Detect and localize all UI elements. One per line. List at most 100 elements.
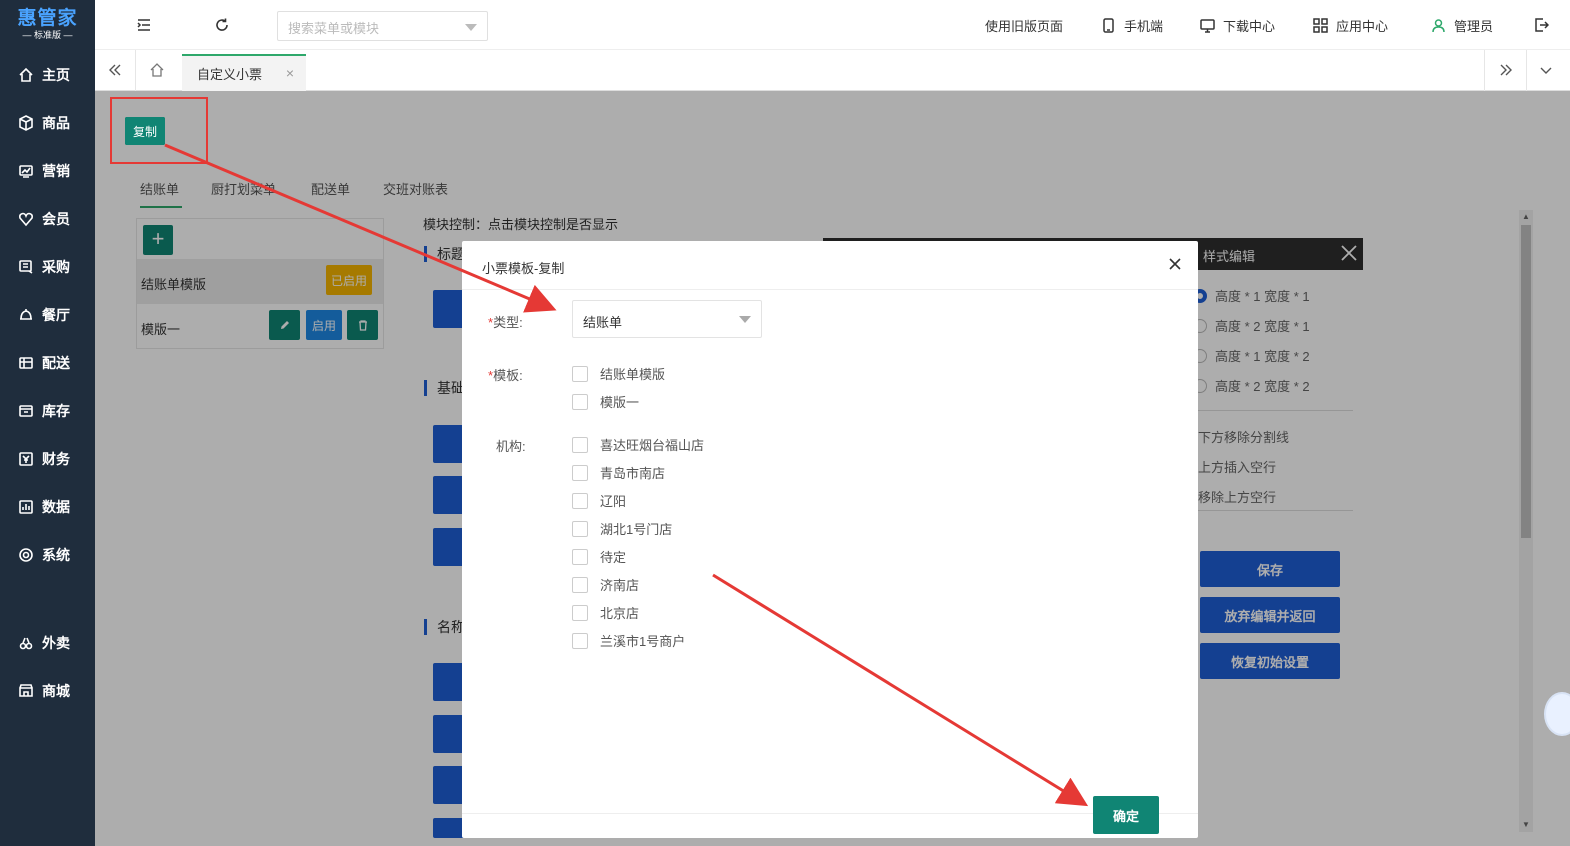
- checkbox[interactable]: [572, 548, 588, 565]
- sidebar-item-label: 商城: [42, 683, 70, 699]
- type-label: *类型:: [488, 315, 523, 330]
- bell-icon: [20, 309, 32, 320]
- divider: [1526, 50, 1527, 91]
- checkbox[interactable]: [572, 604, 588, 621]
- download-center-link[interactable]: 下载中心: [1200, 16, 1275, 35]
- checkbox-label: 喜达旺烟台福山店: [600, 438, 705, 453]
- double-chevron-left-icon[interactable]: [107, 62, 123, 78]
- copy-template-dialog: 小票模板-复制 *类型: 结账单 *模板: 结账单模版 模版一 机构: 喜达旺烟…: [462, 241, 1198, 838]
- checkbox-label: 青岛市南店: [600, 466, 666, 481]
- menu-search-input[interactable]: 搜索菜单或模块: [277, 11, 488, 41]
- confirm-button[interactable]: 确定: [1093, 796, 1159, 834]
- copy-button-highlighted[interactable]: 复制: [125, 117, 165, 145]
- grid-icon: [1313, 18, 1328, 33]
- template-checkbox[interactable]: 结账单模版: [572, 364, 665, 383]
- user-menu[interactable]: 管理员: [1431, 16, 1493, 35]
- chevron-down-icon: [465, 24, 477, 31]
- bar-chart-icon: [19, 500, 33, 514]
- org-checkbox[interactable]: 青岛市南店: [572, 463, 665, 482]
- template-label: *模板:: [488, 368, 523, 383]
- sidebar-item-label: 财务: [42, 451, 70, 467]
- checkbox-label: 湖北1号门店: [600, 522, 673, 537]
- old-version-label: 使用旧版页面: [985, 19, 1064, 34]
- sidebar-item-label: 库存: [42, 403, 70, 419]
- close-icon[interactable]: ×: [286, 65, 294, 81]
- template-checkbox[interactable]: 模版一: [572, 392, 639, 411]
- sidebar-item-delivery[interactable]: 配送: [0, 339, 95, 387]
- org-checkbox[interactable]: 兰溪市1号商户: [572, 631, 685, 650]
- sidebar-item-members[interactable]: 会员: [0, 195, 95, 243]
- org-checkbox[interactable]: 待定: [572, 547, 626, 566]
- checkbox[interactable]: [572, 393, 588, 410]
- checkbox[interactable]: [572, 436, 588, 453]
- app-center-link[interactable]: 应用中心: [1313, 16, 1388, 35]
- close-icon[interactable]: [1168, 257, 1182, 271]
- checkbox-label: 结账单模版: [600, 367, 666, 382]
- phone-icon: [1103, 18, 1114, 33]
- sidebar-item-label: 采购: [42, 259, 70, 275]
- user-label: 管理员: [1454, 19, 1494, 34]
- sidebar-item-label: 配送: [42, 355, 70, 371]
- brand-edition: — 标准版 —: [22, 30, 73, 40]
- old-version-link[interactable]: 使用旧版页面: [985, 16, 1063, 35]
- sidebar-item-restaurant[interactable]: 餐厅: [0, 291, 95, 339]
- sidebar-item-takeout[interactable]: 外卖: [0, 619, 95, 667]
- org-checkbox[interactable]: 喜达旺烟台福山店: [572, 435, 704, 454]
- org-checkbox[interactable]: 北京店: [572, 603, 639, 622]
- page-tabs: 自定义小票 ×: [95, 50, 1570, 91]
- sidebar-item-data[interactable]: 数据: [0, 483, 95, 531]
- org-checkbox[interactable]: 辽阳: [572, 491, 626, 510]
- checkbox[interactable]: [572, 464, 588, 481]
- heart-icon: [19, 212, 33, 227]
- apps-label: 应用中心: [1336, 19, 1389, 34]
- type-select[interactable]: 结账单: [572, 300, 762, 338]
- sidebar-item-label: 主页: [42, 67, 70, 83]
- download-label: 下载中心: [1223, 19, 1276, 34]
- checkbox-label: 待定: [600, 550, 627, 565]
- checkbox-label: 济南店: [600, 578, 640, 593]
- sidebar-item-label: 数据: [42, 499, 70, 515]
- checkbox[interactable]: [572, 632, 588, 649]
- truck-icon: [19, 357, 33, 369]
- cube-icon: [19, 115, 33, 131]
- divider: [135, 50, 136, 91]
- sidebar-item-label: 餐厅: [42, 307, 70, 323]
- tab-label: 自定义小票: [197, 67, 263, 82]
- org-checkbox[interactable]: 济南店: [572, 575, 639, 594]
- sidebar-item-label: 会员: [42, 211, 70, 227]
- warehouse-icon: [19, 405, 33, 417]
- home-icon[interactable]: [149, 62, 165, 78]
- sidebar-item-inventory[interactable]: 库存: [0, 387, 95, 435]
- divider: [1484, 50, 1485, 91]
- logo[interactable]: 惠管家 — 标准版 —: [0, 0, 95, 50]
- link-icon: [19, 637, 33, 650]
- sidebar-item-purchase[interactable]: 采购: [0, 243, 95, 291]
- checkbox-label: 兰溪市1号商户: [600, 634, 686, 649]
- sidebar-item-mall[interactable]: 商城: [0, 667, 95, 715]
- yen-icon: [19, 452, 33, 466]
- org-checkbox[interactable]: 湖北1号门店: [572, 519, 672, 538]
- chevron-down-icon[interactable]: [1538, 62, 1554, 78]
- menu-toggle-icon[interactable]: [135, 16, 153, 34]
- double-chevron-right-icon[interactable]: [1498, 62, 1514, 78]
- org-label: 机构:: [496, 439, 526, 454]
- sidebar-item-system[interactable]: 系统: [0, 531, 95, 579]
- sidebar-item-home[interactable]: 主页: [0, 51, 95, 99]
- user-icon: [1432, 19, 1445, 33]
- monitor-icon: [1200, 19, 1215, 33]
- chart-icon: [19, 165, 33, 178]
- refresh-icon[interactable]: [213, 16, 231, 34]
- sidebar-item-finance[interactable]: 财务: [0, 435, 95, 483]
- top-header: 搜索菜单或模块 使用旧版页面 手机端 下载中心 应用中心 管理员: [95, 0, 1570, 50]
- sidebar-item-products[interactable]: 商品: [0, 99, 95, 147]
- checkbox[interactable]: [572, 492, 588, 509]
- sidebar-item-marketing[interactable]: 营销: [0, 147, 95, 195]
- checkbox[interactable]: [572, 365, 588, 382]
- checkbox[interactable]: [572, 576, 588, 593]
- brand-name: 惠管家: [17, 8, 78, 29]
- mobile-link[interactable]: 手机端: [1101, 16, 1163, 35]
- settings-icon: [19, 548, 33, 562]
- logout-icon[interactable]: [1533, 17, 1549, 33]
- checkbox[interactable]: [572, 520, 588, 537]
- tab-custom-receipt[interactable]: 自定义小票 ×: [182, 54, 306, 91]
